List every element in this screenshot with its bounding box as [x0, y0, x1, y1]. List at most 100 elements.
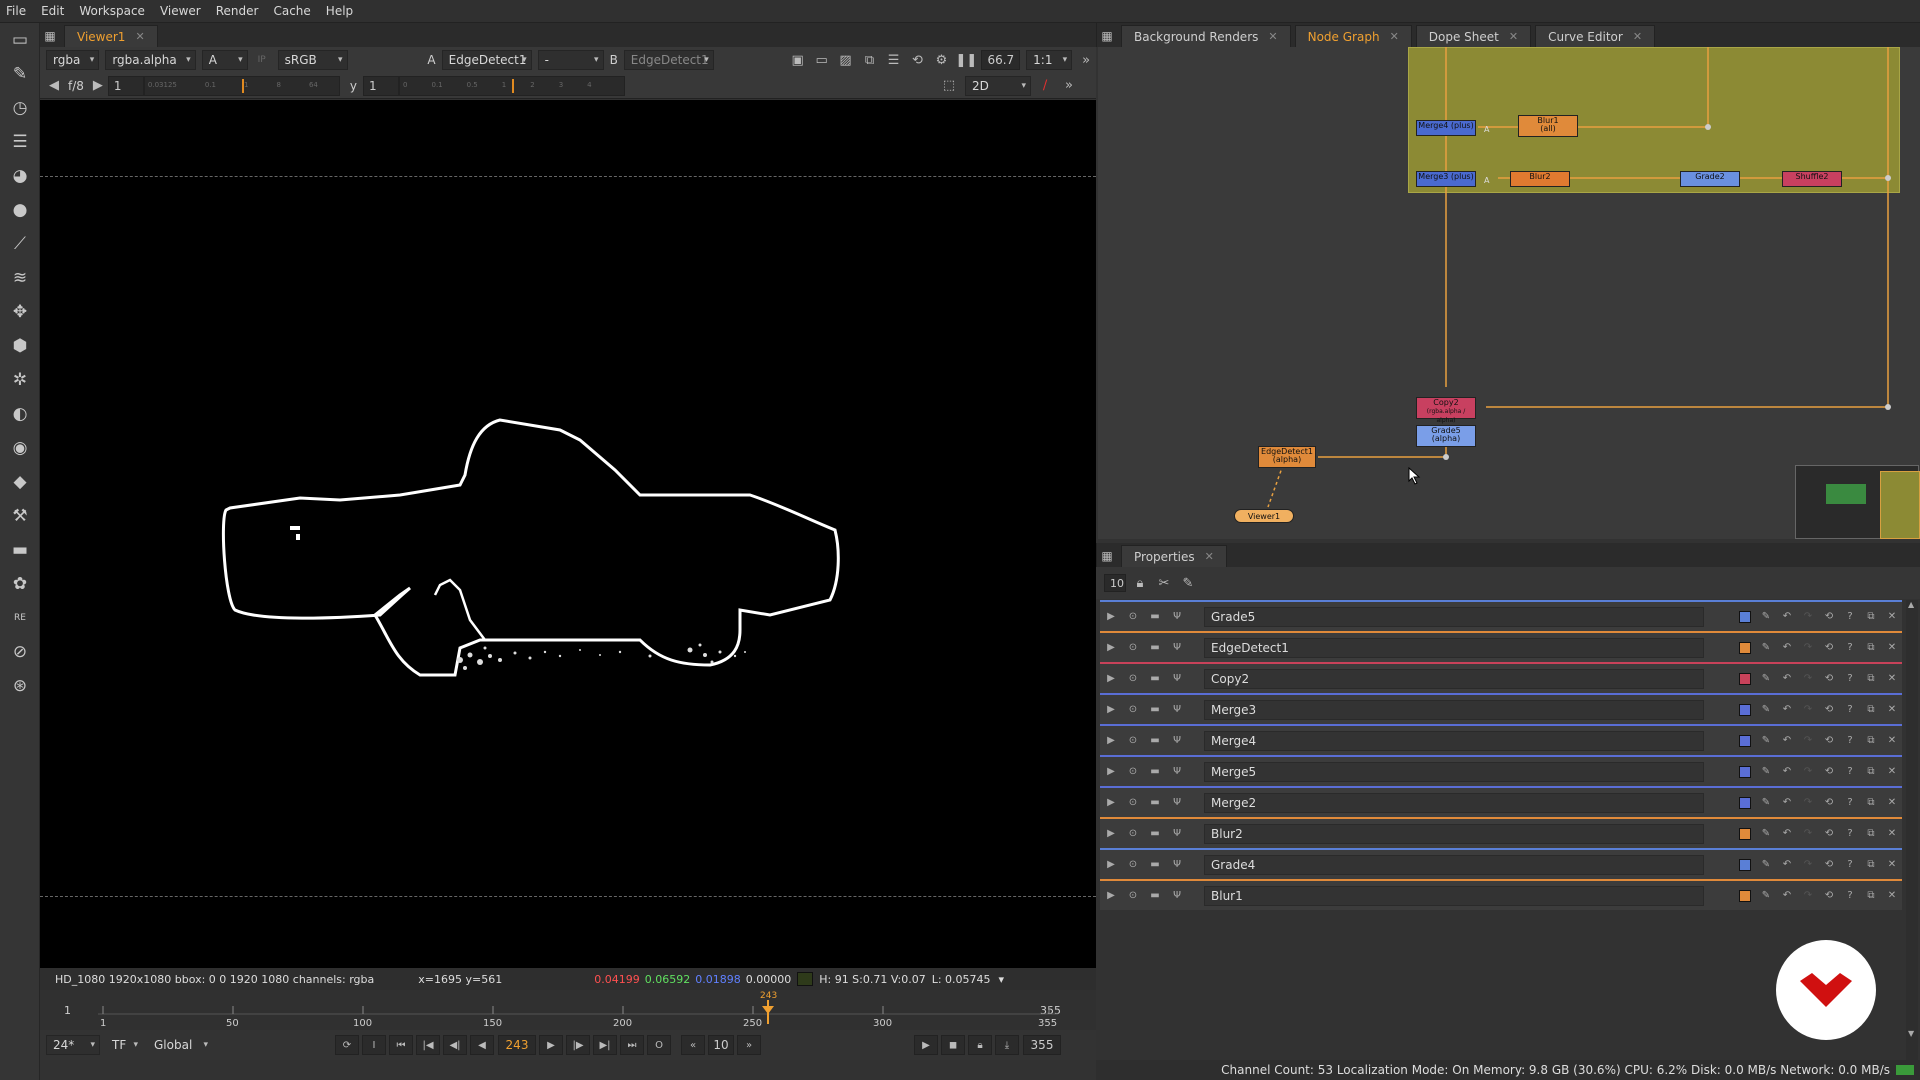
zoom-field[interactable]: 66.7	[981, 50, 1021, 70]
menu-cache[interactable]: Cache	[273, 4, 310, 18]
proxy-icon[interactable]: ▭	[812, 53, 832, 68]
redo-icon[interactable]: ↷	[1798, 671, 1818, 687]
revert-icon[interactable]: ⟲	[1819, 826, 1839, 842]
node-color-chip[interactable]	[1735, 702, 1755, 718]
overlay-icon[interactable]: ⧉	[860, 53, 880, 68]
ofx-icon[interactable]: ⊛	[0, 669, 40, 703]
keyer-icon[interactable]: ⟋	[0, 227, 40, 261]
flipbook-icon[interactable]: ▶	[914, 1035, 938, 1055]
close-icon[interactable]: ✕	[1268, 30, 1277, 43]
expand-icon[interactable]: ▶	[1100, 826, 1122, 842]
merge-icon[interactable]: ≋	[0, 261, 40, 295]
roi-icon[interactable]: ▣	[788, 53, 808, 68]
skip-forward-icon[interactable]: »	[737, 1035, 761, 1055]
float-icon[interactable]: ⧉	[1861, 764, 1881, 780]
pane-menu-icon[interactable]: ▦	[40, 25, 60, 47]
node-blur1[interactable]: Blur1 (all)	[1518, 115, 1578, 137]
pane-menu-icon[interactable]: ▦	[1097, 25, 1117, 47]
camera-icon[interactable]: ▬	[1144, 640, 1166, 656]
redo-icon[interactable]: ↷	[1798, 857, 1818, 873]
redo-icon[interactable]: ↷	[1798, 609, 1818, 625]
export-icon[interactable]: ⤓	[995, 1035, 1019, 1055]
a-channel-dropdown[interactable]: A	[201, 50, 248, 70]
undo-icon[interactable]: ↶	[1777, 671, 1797, 687]
float-icon[interactable]: ⧉	[1861, 640, 1881, 656]
3d-icon[interactable]: ⬢	[0, 329, 40, 363]
properties-row[interactable]: ▶ ⊙ ▬ Ψ EdgeDetect1 ✎ ↶ ↷ ⟲? ⧉ ✕	[1100, 631, 1902, 662]
node-color-chip[interactable]	[1735, 764, 1755, 780]
out-point-icon[interactable]: O	[647, 1035, 671, 1055]
view-mode-dropdown[interactable]: 2D	[965, 75, 1032, 96]
view-icon[interactable]: ⊙	[1122, 888, 1144, 904]
node-merge4[interactable]: Merge4 (plus)	[1416, 120, 1476, 136]
camera-icon[interactable]: ▬	[1144, 671, 1166, 687]
node-name-field[interactable]: Copy2	[1204, 668, 1704, 689]
close-icon[interactable]: ✕	[1882, 795, 1902, 811]
pause-icon[interactable]: ❚❚	[955, 53, 977, 68]
help-icon[interactable]: ?	[1840, 888, 1860, 904]
edit-icon[interactable]: ✎	[1756, 640, 1776, 656]
undo-icon[interactable]: ↶	[1777, 857, 1797, 873]
metadata-icon[interactable]: ◆	[0, 465, 40, 499]
undo-icon[interactable]: ↶	[1777, 888, 1797, 904]
pane-menu-icon[interactable]: ▦	[1097, 545, 1117, 567]
nuke-icon[interactable]: Ψ	[1166, 702, 1188, 718]
redo-icon[interactable]: ↷	[1798, 888, 1818, 904]
node-blur2[interactable]: Blur2	[1510, 171, 1570, 187]
node-color-chip[interactable]	[1735, 826, 1755, 842]
float-icon[interactable]: ⧉	[1861, 857, 1881, 873]
input-b-dropdown[interactable]: EdgeDetect1	[623, 50, 714, 70]
cara-icon[interactable]: ⊘	[0, 635, 40, 669]
more-icon[interactable]: »	[1059, 78, 1079, 93]
menu-edit[interactable]: Edit	[41, 4, 64, 18]
edit-icon[interactable]: ✎	[1178, 576, 1198, 591]
transform-icon[interactable]: ✥	[0, 295, 40, 329]
input-a-dropdown[interactable]: EdgeDetect1	[441, 50, 532, 70]
properties-row[interactable]: ▶ ⊙ ▬ Ψ Merge4 ✎ ↶ ↷ ⟲? ⧉ ✕	[1100, 724, 1902, 755]
gain-slider[interactable]: 0.03125 0.1 1 8 64	[143, 75, 340, 96]
next-key-icon[interactable]: ▶|	[593, 1035, 617, 1055]
revert-icon[interactable]: ⟲	[1819, 888, 1839, 904]
camera-icon[interactable]: ▬	[1144, 764, 1166, 780]
first-frame-icon[interactable]: ⏮	[389, 1035, 413, 1055]
menu-workspace[interactable]: Workspace	[79, 4, 145, 18]
node-name-field[interactable]: Grade5	[1204, 606, 1704, 627]
nuke-icon[interactable]: Ψ	[1166, 826, 1188, 842]
in-point-icon[interactable]: I	[362, 1035, 386, 1055]
deep-icon[interactable]: ◐	[0, 397, 40, 431]
float-icon[interactable]: ⧉	[1861, 733, 1881, 749]
undo-icon[interactable]: ↶	[1777, 609, 1797, 625]
view-icon[interactable]: ⊙	[1122, 671, 1144, 687]
particles-icon[interactable]: ✲	[0, 363, 40, 397]
close-icon[interactable]: ✕	[1882, 609, 1902, 625]
paint-icon[interactable]: ✎	[0, 57, 40, 91]
camera-icon[interactable]: ▬	[1144, 888, 1166, 904]
more-icon[interactable]: »	[1076, 53, 1096, 68]
scroll-up-icon[interactable]: ▲	[1908, 600, 1916, 609]
view-icon[interactable]: ⊙	[1122, 702, 1144, 718]
close-icon[interactable]: ✕	[1882, 857, 1902, 873]
compare-op-dropdown[interactable]: -	[537, 50, 604, 70]
redo-icon[interactable]: ↷	[1798, 764, 1818, 780]
tab-properties[interactable]: Properties ✕	[1121, 545, 1227, 567]
undo-icon[interactable]: ↶	[1777, 764, 1797, 780]
undo-icon[interactable]: ↶	[1777, 640, 1797, 656]
range-dropdown[interactable]: Global	[148, 1035, 212, 1055]
undo-icon[interactable]: ↶	[1777, 826, 1797, 842]
paint-brush-icon[interactable]: ∕	[1035, 78, 1055, 93]
camera-icon[interactable]: ▬	[1144, 795, 1166, 811]
nuke-icon[interactable]: Ψ	[1166, 888, 1188, 904]
other-icon[interactable]: ▬	[0, 533, 40, 567]
roi-select-icon[interactable]: ⬚	[939, 78, 959, 93]
revert-icon[interactable]: ⟲	[1819, 857, 1839, 873]
expand-icon[interactable]: ▶	[1100, 795, 1122, 811]
menu-render[interactable]: Render	[216, 4, 259, 18]
help-icon[interactable]: ?	[1840, 857, 1860, 873]
tab-curve-editor[interactable]: Curve Editor ✕	[1535, 25, 1656, 47]
float-icon[interactable]: ⧉	[1861, 826, 1881, 842]
revert-icon[interactable]: ⟲	[1819, 795, 1839, 811]
help-icon[interactable]: ?	[1840, 733, 1860, 749]
prev-key-icon[interactable]: |◀	[416, 1035, 440, 1055]
properties-row[interactable]: ▶ ⊙ ▬ Ψ Merge5 ✎ ↶ ↷ ⟲? ⧉ ✕	[1100, 755, 1902, 786]
close-icon[interactable]: ✕	[135, 30, 144, 43]
